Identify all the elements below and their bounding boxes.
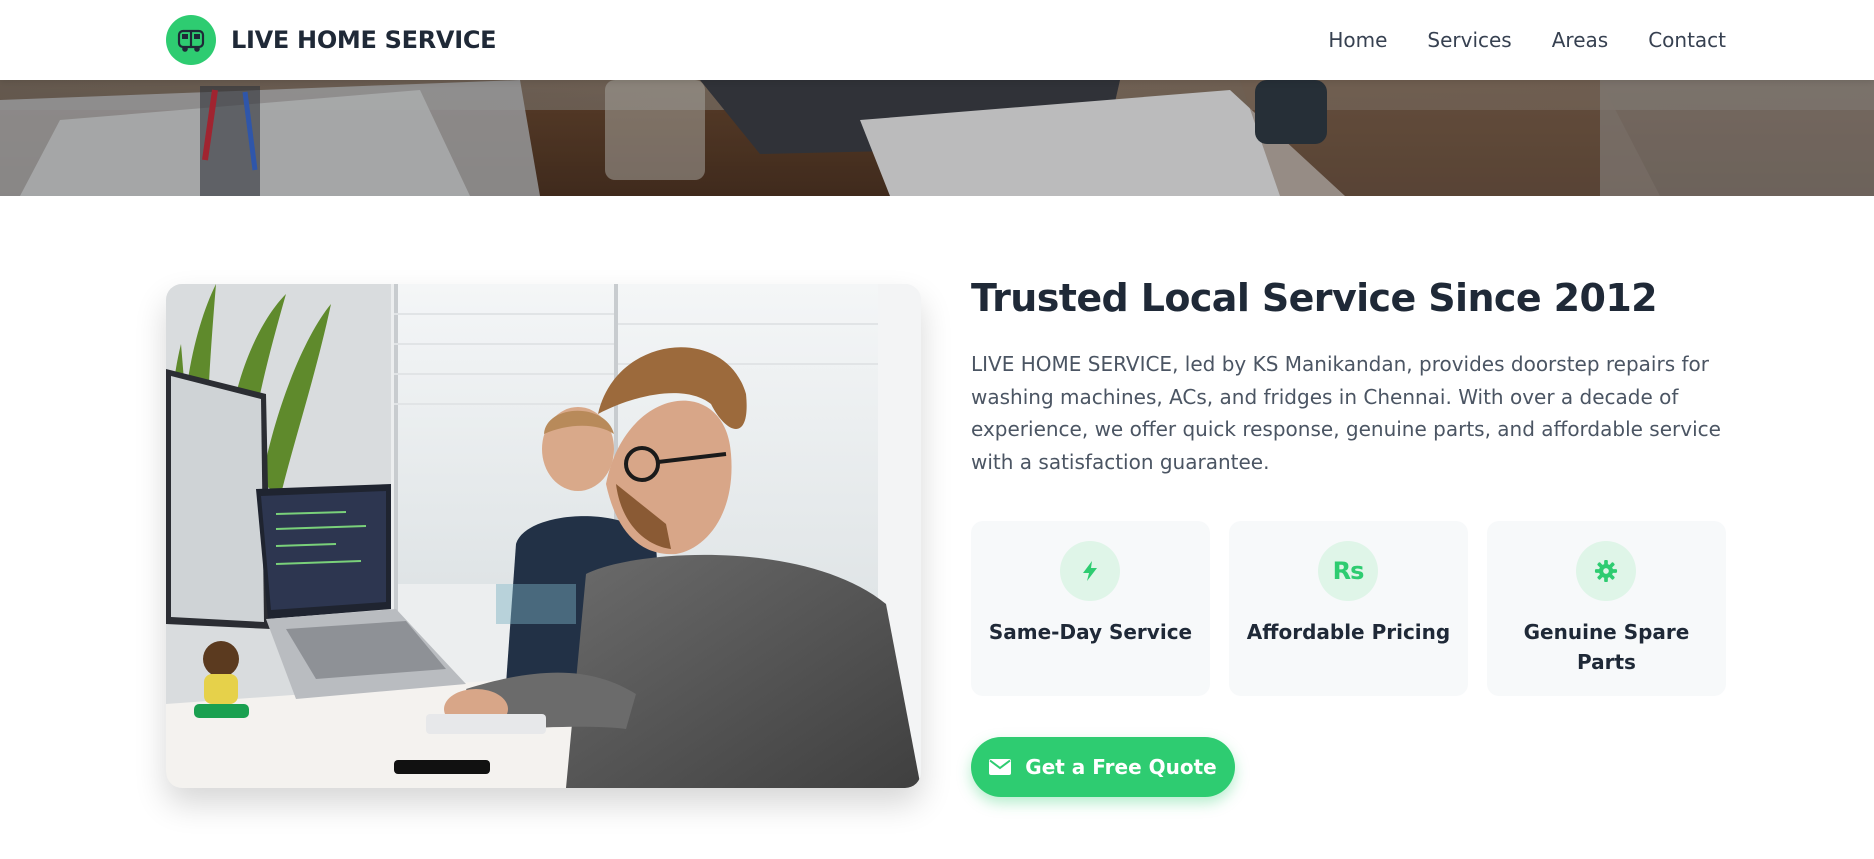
about-title: Trusted Local Service Since 2012 [971,276,1658,320]
truck-icon [166,15,216,65]
site-header: LIVE HOME SERVICE Home Services Areas Co… [0,0,1874,80]
feature-cards: Same-Day Service Rs Affordable Pricing G… [971,521,1726,696]
get-free-quote-button[interactable]: Get a Free Quote [971,737,1235,797]
brand-name: LIVE HOME SERVICE [231,26,497,54]
rupee-icon: Rs [1318,541,1378,601]
brand[interactable]: LIVE HOME SERVICE [166,15,497,65]
about-description: LIVE HOME SERVICE, led by KS Manikandan,… [971,352,1721,474]
nav-areas[interactable]: Areas [1552,28,1608,52]
cta-label: Get a Free Quote [1025,755,1217,779]
gear-icon [1576,541,1636,601]
about-image [166,284,921,788]
envelope-icon [989,759,1012,775]
nav-contact[interactable]: Contact [1648,28,1726,52]
feature-card-spare-parts: Genuine Spare Parts [1487,521,1726,696]
feature-card-pricing: Rs Affordable Pricing [1229,521,1468,696]
nav-home[interactable]: Home [1328,28,1387,52]
bolt-icon [1060,541,1120,601]
feature-card-same-day: Same-Day Service [971,521,1210,696]
rupee-glyph: Rs [1332,557,1365,585]
about-section: Trusted Local Service Since 2012 LIVE HO… [971,272,1726,797]
main-nav: Home Services Areas Contact [1288,0,1726,80]
feature-label: Genuine Spare Parts [1523,620,1690,674]
nav-services[interactable]: Services [1427,28,1511,52]
hero-banner-image [0,80,1874,196]
feature-label: Same-Day Service [988,620,1193,644]
feature-label: Affordable Pricing [1246,620,1451,644]
